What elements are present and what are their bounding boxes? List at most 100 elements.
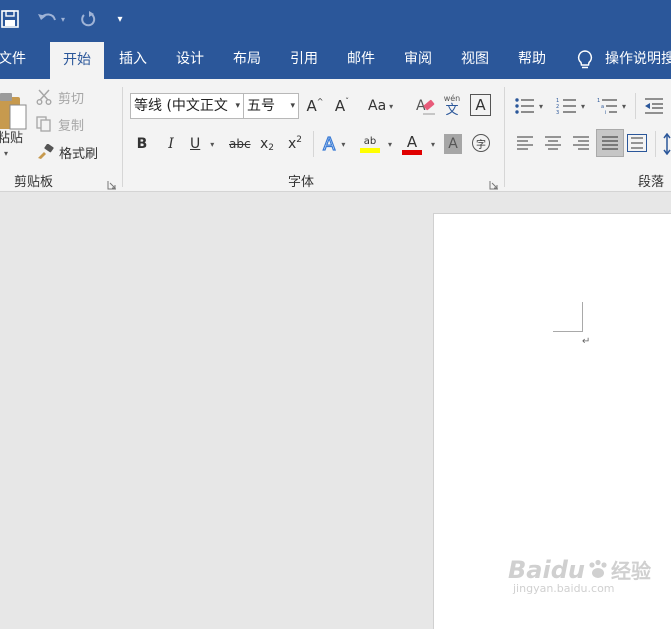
change-case-glyph: Aa (368, 98, 387, 114)
svg-text:1: 1 (597, 98, 600, 104)
multilevel-list-icon: 1 a i (597, 98, 617, 115)
svg-text:3: 3 (556, 110, 559, 115)
font-color-dropdown-icon[interactable]: ▾ (431, 140, 435, 149)
line-spacing-icon (663, 133, 671, 155)
highlighter-icon: ab (360, 136, 380, 153)
subscript-glyph: x (260, 136, 269, 152)
align-left-button[interactable] (516, 134, 534, 152)
clipboard-group-label: 剪贴板 (14, 175, 54, 190)
distributed-button[interactable] (627, 132, 647, 154)
tab-help[interactable]: 帮助 (518, 40, 546, 79)
text-effects-glyph: A (322, 133, 336, 155)
numbering-dropdown-icon[interactable]: ▾ (581, 102, 585, 111)
grow-font-button[interactable]: A ^ (306, 95, 324, 117)
eraser-icon: A (416, 98, 435, 115)
align-center-button[interactable] (544, 134, 562, 152)
shrink-font-button[interactable]: Aˇ (333, 95, 351, 117)
ribbon-title-bar: ▾ ▾ 文件 开始 插入 设计 布局 引用 邮件 审阅 视图 帮助 操作说明搜 (0, 0, 671, 79)
multilevel-dropdown-icon[interactable]: ▾ (622, 102, 626, 111)
paragraph-row-separator (635, 93, 636, 119)
strikethrough-button[interactable]: abc (229, 133, 251, 155)
copy-label: 复制 (58, 118, 85, 134)
group-separator (122, 87, 123, 187)
undo-dropdown-icon[interactable]: ▾ (61, 15, 65, 24)
character-border-button[interactable]: A (470, 94, 491, 116)
tab-review[interactable]: 审阅 (404, 40, 432, 79)
tab-file[interactable]: 文件 (0, 40, 26, 79)
font-dialog-launcher[interactable] (489, 175, 499, 190)
underline-button[interactable]: U ▾ (190, 133, 214, 155)
font-name-combo[interactable]: 等线 (中文正文 ▾ (130, 93, 244, 119)
bullets-icon (515, 98, 534, 114)
tell-me-box[interactable]: 操作说明搜 (575, 40, 671, 79)
ribbon-tabs: 文件 开始 插入 设计 布局 引用 邮件 审阅 视图 帮助 操作说明搜 (0, 40, 671, 79)
change-case-button[interactable]: Aa ▾ (368, 95, 393, 117)
superscript-button[interactable]: x2 (288, 133, 302, 155)
highlight-dropdown-icon[interactable]: ▾ (388, 140, 392, 149)
shrink-font-glyph: A (334, 97, 346, 115)
enclose-characters-button[interactable]: 字 (472, 134, 490, 152)
highlight-button[interactable]: ab ▾ (360, 131, 392, 157)
watermark-brand: Baidu (508, 555, 585, 584)
subscript-mark: 2 (268, 143, 275, 153)
paste-dropdown-icon[interactable]: ▾ (4, 147, 8, 159)
subscript-button[interactable]: x2 (260, 133, 274, 155)
font-name-value: 等线 (中文正文 (134, 98, 228, 114)
highlight-glyph: ab (363, 135, 377, 147)
justify-button[interactable] (596, 129, 624, 157)
tab-design[interactable]: 设计 (176, 40, 204, 79)
font-color-button[interactable]: A ▾ (402, 131, 435, 157)
ribbon-home-panel: 粘贴 ▾ 剪切 复制 格式刷 剪贴板 等线 (中文正文 ▾ 五号 ▾ A ^ A… (0, 79, 671, 192)
text-effects-dropdown-icon[interactable]: ▾ (341, 140, 345, 149)
tab-home[interactable]: 开始 (50, 42, 104, 79)
font-size-combo[interactable]: 五号 ▾ (243, 93, 299, 119)
copy-button[interactable]: 复制 (36, 114, 84, 134)
bold-button[interactable]: B (133, 133, 151, 155)
tab-layout[interactable]: 布局 (233, 40, 261, 79)
phonetic-guide-button[interactable]: wén 文 (442, 92, 462, 120)
undo-button[interactable]: ▾ (34, 8, 68, 30)
numbering-button[interactable]: 1 2 3 ▾ (556, 96, 585, 116)
redo-button[interactable] (78, 8, 98, 30)
line-spacing-button[interactable] (662, 131, 671, 157)
cut-label: 剪切 (58, 91, 85, 107)
font-size-dropdown-icon[interactable]: ▾ (290, 94, 295, 118)
grow-caret-icon: ^ (316, 97, 324, 106)
multilevel-list-button[interactable]: 1 a i ▾ (597, 96, 626, 116)
svg-text:a: a (601, 104, 604, 110)
font-name-dropdown-icon[interactable]: ▾ (235, 94, 240, 118)
font-row-separator (313, 131, 314, 157)
paste-label[interactable]: 粘贴 (0, 127, 23, 146)
tab-mailings[interactable]: 邮件 (347, 40, 375, 79)
align-left-icon (517, 136, 533, 150)
save-button[interactable] (0, 8, 20, 30)
tab-view[interactable]: 视图 (461, 40, 489, 79)
decrease-indent-button[interactable] (643, 96, 665, 116)
tab-references[interactable]: 引用 (290, 40, 318, 79)
underline-dropdown-icon[interactable]: ▾ (210, 140, 214, 149)
italic-button[interactable]: I (162, 133, 180, 155)
clear-formatting-button[interactable]: A (415, 94, 437, 118)
copy-icon (36, 116, 51, 132)
change-case-dropdown-icon[interactable]: ▾ (389, 102, 393, 111)
character-shading-button[interactable]: A (444, 134, 462, 154)
tab-insert[interactable]: 插入 (119, 40, 147, 79)
scissors-icon (36, 89, 52, 105)
superscript-mark: 2 (296, 134, 303, 145)
bullets-button[interactable]: ▾ (514, 96, 543, 116)
customize-qat-button[interactable]: ▾ (112, 8, 128, 30)
format-painter-label: 格式刷 (59, 146, 99, 162)
underline-glyph: U (190, 136, 201, 152)
format-painter-button[interactable]: 格式刷 (36, 142, 98, 162)
bullets-dropdown-icon[interactable]: ▾ (539, 102, 543, 111)
grow-font-glyph: A (306, 97, 317, 115)
cut-button[interactable]: 剪切 (36, 87, 84, 107)
phonetic-bottom-text: 文 (445, 103, 459, 118)
text-effects-button[interactable]: A ▾ (322, 131, 345, 157)
clipboard-dialog-launcher[interactable] (107, 175, 117, 190)
align-right-button[interactable] (572, 134, 590, 152)
highlight-color-bar (360, 147, 380, 153)
shrink-caret-icon: ˇ (345, 97, 350, 106)
dialog-launcher-icon (107, 181, 116, 190)
paragraph-group-label: 段落 (638, 175, 665, 190)
